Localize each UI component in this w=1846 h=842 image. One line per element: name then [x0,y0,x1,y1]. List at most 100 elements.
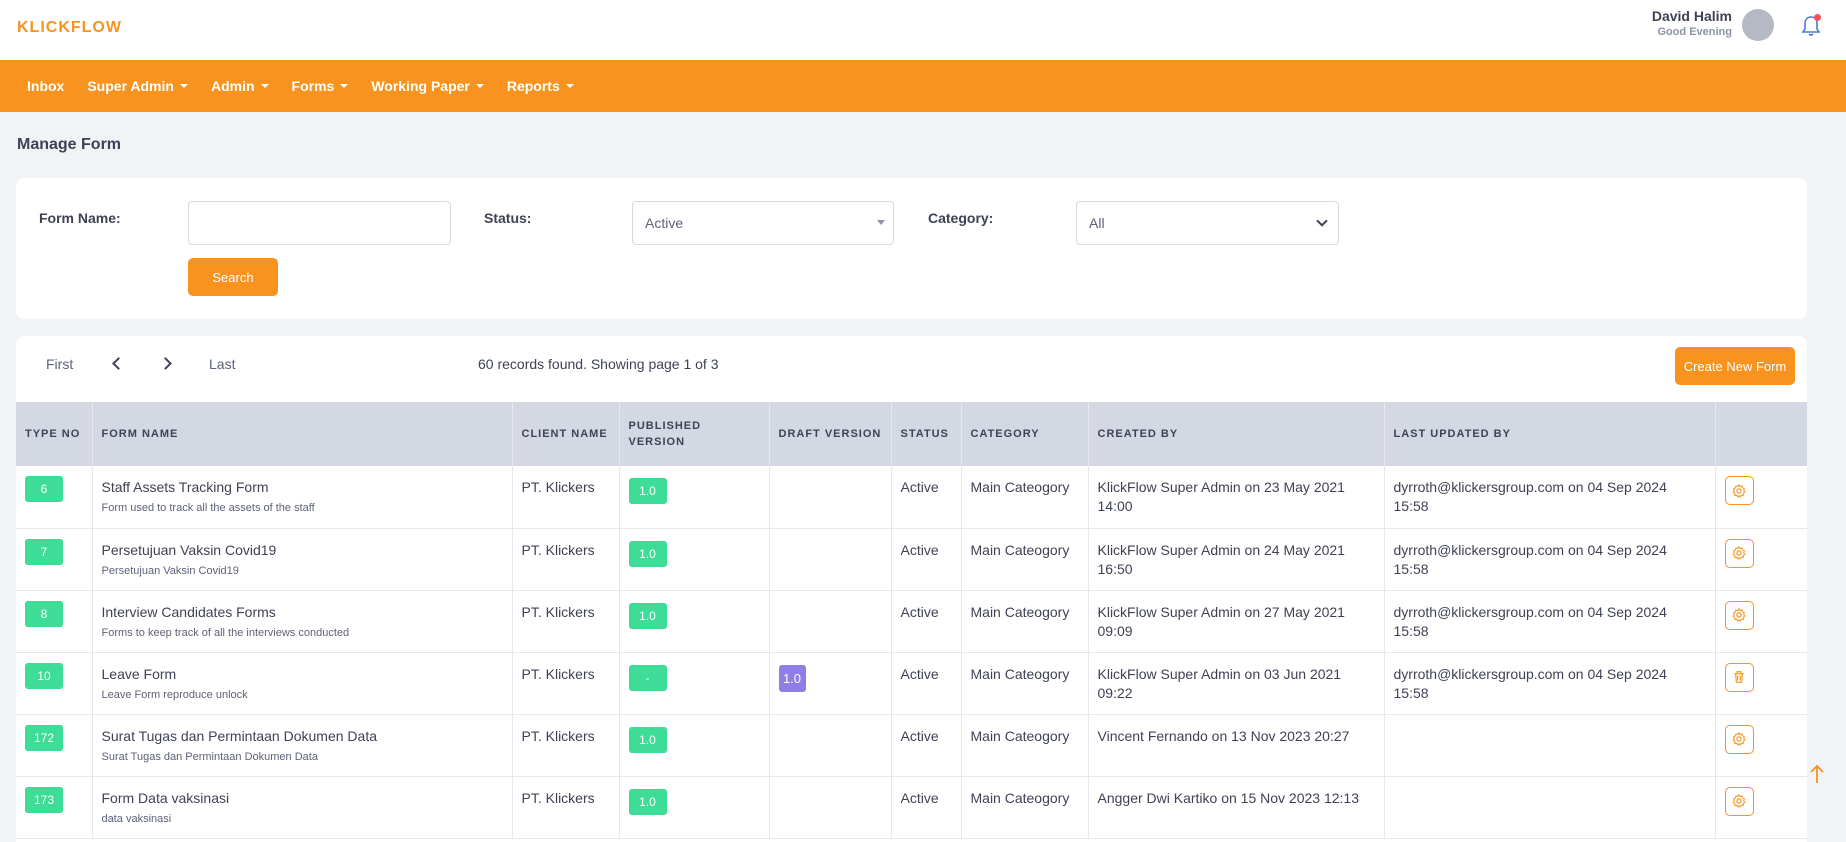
prev-page-icon[interactable] [112,357,125,370]
last-updated-by-cell: dyrroth@klickersgroup.com on 04 Sep 2024… [1384,590,1716,653]
form-name[interactable]: Staff Assets Tracking Form [102,478,503,497]
arrow-up-icon[interactable] [1808,763,1826,785]
settings-button[interactable] [1724,476,1754,505]
category-cell: Main Cateogory [961,528,1089,591]
table-row[interactable]: 7 Persetujuan Vaksin Covid19 Persetujuan… [16,528,1807,591]
last-page-button[interactable]: Last [209,356,235,372]
published-version-cell: 1.0 [619,590,770,653]
form-name[interactable]: Form Data vaksinasi [102,789,503,808]
type-no-cell: 8 [16,590,93,653]
create-new-form-button[interactable]: Create New Form [1675,347,1795,385]
category-cell: Main Cateogory [961,714,1089,777]
nav-item-label: Admin [210,78,255,94]
form-description: Persetujuan Vaksin Covid19 [101,564,239,577]
settings-button[interactable] [1724,724,1754,754]
client-name-cell: PT. Klickers [512,528,620,591]
created-by-cell: Vincent Fernando on 13 Nov 2023 20:27 [1088,714,1385,777]
settings-button[interactable] [1724,538,1754,568]
next-page-icon[interactable] [159,357,172,370]
user-info: David Halim Good Evening [1652,8,1732,38]
column-header: LAST UPDATED BY [1384,402,1716,466]
table-header-row: TYPE NO FORM NAME CLIENT NAME PUBLISHED VER… [16,402,1807,466]
action-cell [1715,466,1807,529]
category-label: Category: [928,210,994,226]
nav-item-reports[interactable]: Reports [507,78,574,94]
filter-panel: Form Name: Search Status: Active Categor… [16,178,1807,319]
type-no-cell: 7 [16,528,93,591]
form-name-cell[interactable]: Leave Form Leave Form reproduce unlock [92,652,513,715]
type-no-badge: 7 [25,538,63,565]
form-name[interactable]: Leave Form [102,665,503,684]
form-description: Surat Tugas dan Permintaan Dokumen Data [101,750,318,763]
action-cell [1715,590,1807,653]
caret-down-icon [877,220,885,225]
last-updated-by-cell: dyrroth@klickersgroup.com on 04 Sep 2024… [1384,466,1716,529]
user-name: David Halim [1651,8,1732,24]
type-no-badge: 10 [25,662,63,689]
form-name-cell[interactable]: Surat Tugas dan Permintaan Dokumen Data … [92,714,513,777]
form-name-cell[interactable]: Staff Assets Tracking Form Form used to … [92,466,513,529]
type-no-cell: 6 [16,466,93,529]
nav-item-super-admin[interactable]: Super Admin [87,78,188,94]
form-description: data vaksinasi [101,812,172,825]
client-name-cell: PT. Klickers [512,776,620,839]
column-header: CLIENT NAME [512,402,620,466]
published-version-badge: - [628,664,667,691]
delete-button[interactable] [1724,662,1754,692]
search-button[interactable]: Search [188,258,278,296]
logo[interactable]: KLICKFLOW [17,19,122,37]
forms-table-card: First Last 60 records found. Showing pag… [16,336,1807,842]
settings-button[interactable] [1724,786,1754,816]
table-row[interactable]: 172 Surat Tugas dan Permintaan Dokumen D… [16,714,1807,777]
column-header: CREATED BY [1088,402,1385,466]
table-row[interactable]: 10 Leave Form Leave Form reproduce unloc… [16,652,1807,715]
client-name-cell: PT. Klickers [512,466,620,529]
form-name-cell[interactable]: Interview Candidates Forms Forms to keep… [92,590,513,653]
type-no-cell: 10 [16,652,93,715]
created-by-cell: Angger Dwi Kartiko on 15 Nov 2023 12:13 [1088,776,1385,839]
published-version-badge: 1.0 [628,788,667,815]
form-name[interactable]: Persetujuan Vaksin Covid19 [102,541,503,560]
status-cell: Active [891,714,962,777]
published-version-cell: 1.0 [619,714,770,777]
column-header: DRAFT VERSION [769,402,892,466]
column-header: STATUS [891,402,962,466]
form-name-cell[interactable]: Form Data vaksinasi data vaksinasi [92,776,513,839]
category-cell: Main Cateogory [961,590,1089,653]
form-name-cell[interactable]: Persetujuan Vaksin Covid19 Persetujuan V… [92,528,513,591]
last-updated-by-cell: dyrroth@klickersgroup.com on 04 Sep 2024… [1384,528,1716,591]
client-name-cell: PT. Klickers [512,714,620,777]
table-row[interactable]: 8 Interview Candidates Forms Forms to ke… [16,590,1807,653]
avatar[interactable] [1742,9,1774,41]
table-row[interactable]: 6 Staff Assets Tracking Form Form used t… [16,466,1807,529]
type-no-cell: 172 [16,714,93,777]
nav-item-inbox[interactable]: Inbox [27,78,64,94]
nav-item-label: Reports [506,78,560,94]
nav-item-working-paper[interactable]: Working Paper [371,78,484,94]
column-header [1715,402,1807,466]
caret-down-icon [260,84,269,88]
nav-item-forms[interactable]: Forms [292,78,349,94]
form-name[interactable]: Interview Candidates Forms [102,603,503,622]
client-name-cell: PT. Klickers [512,652,620,715]
gear-icon [1731,793,1747,809]
category-select[interactable]: All [1076,201,1339,245]
form-name-input[interactable] [188,201,451,245]
draft-version-cell [769,776,892,839]
status-cell: Active [891,528,962,591]
table-row[interactable]: 173 Form Data vaksinasi data vaksinasi P… [16,776,1807,839]
status-select[interactable]: Active [632,201,894,245]
draft-version-cell [769,714,892,777]
nav-item-admin[interactable]: Admin [211,78,269,94]
form-name[interactable]: Surat Tugas dan Permintaan Dokumen Data [102,727,503,746]
status-label: Status: [484,210,532,226]
first-page-button[interactable]: First [46,356,73,372]
settings-button[interactable] [1724,600,1754,630]
form-description: Form used to track all the assets of the… [101,502,315,514]
action-cell [1715,652,1807,715]
draft-version-cell: 1.0 [769,652,892,715]
status-cell: Active [891,776,962,839]
column-header: TYPE NO [16,402,93,466]
action-cell [1715,528,1807,591]
pagination-bar: First Last 60 records found. Showing pag… [16,336,1807,400]
